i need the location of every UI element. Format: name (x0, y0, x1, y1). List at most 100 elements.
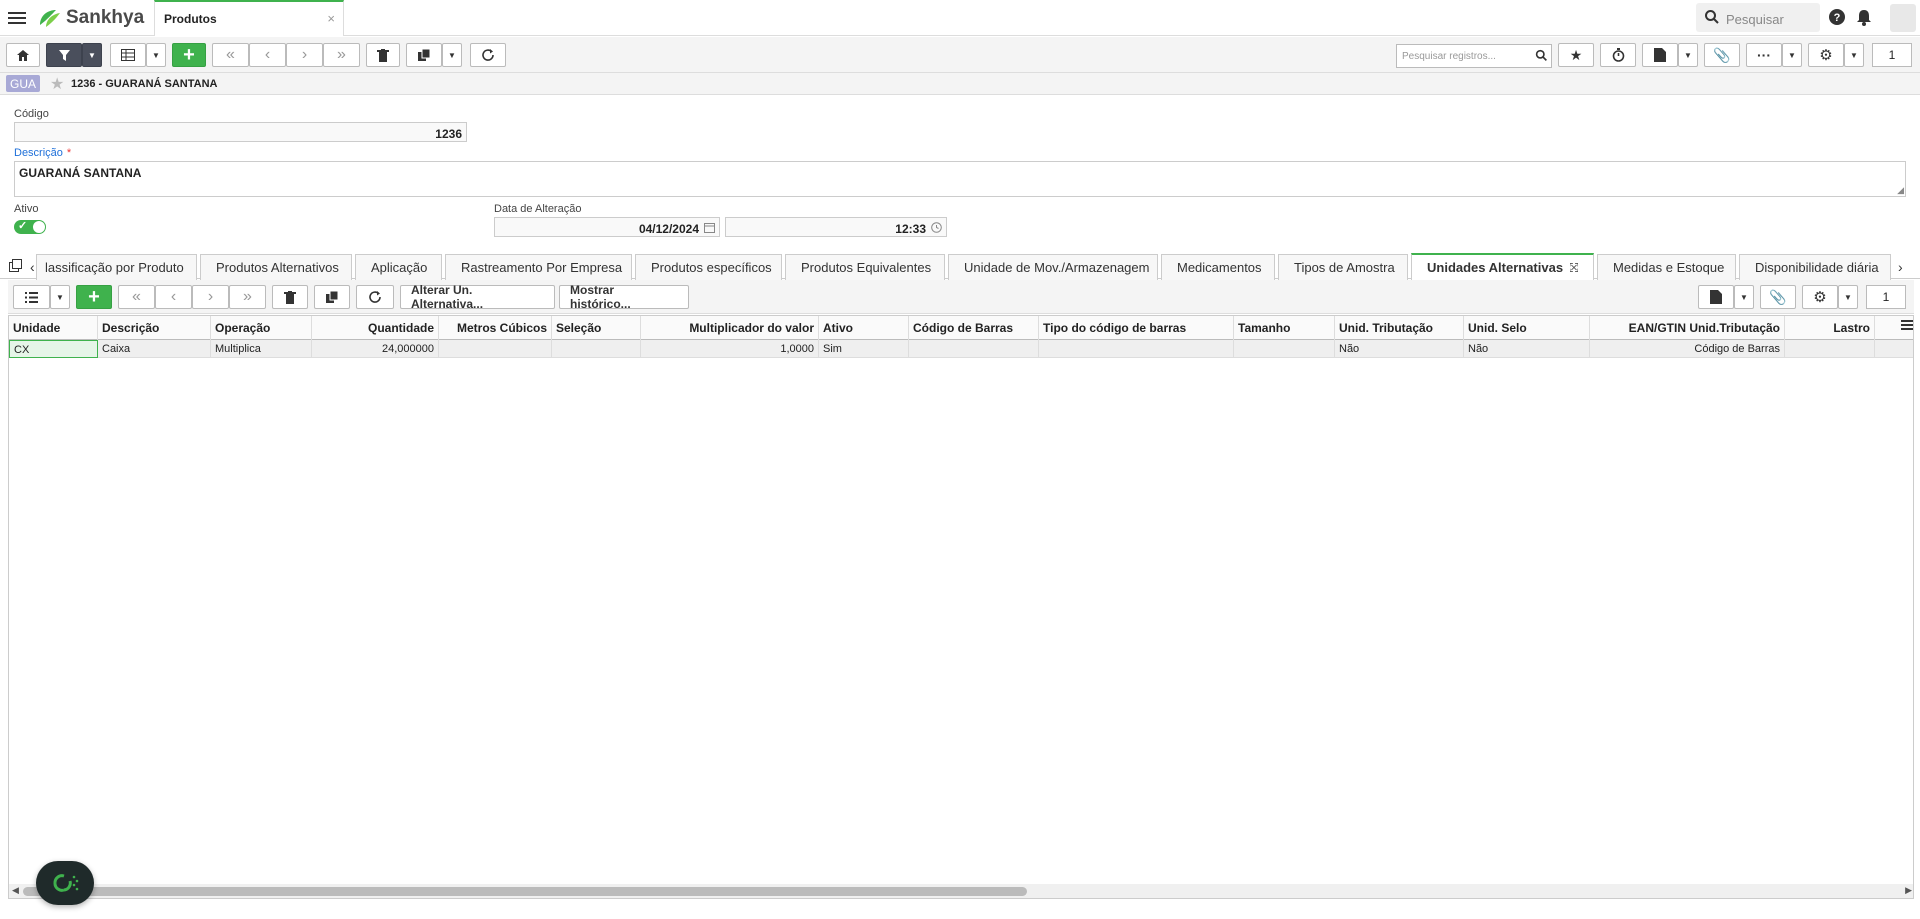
detail-attachment-button[interactable]: 📎 (1760, 285, 1796, 309)
detail-reports-button[interactable] (1698, 285, 1734, 309)
bell-icon[interactable] (1856, 8, 1872, 26)
grid-menu-icon[interactable] (1901, 320, 1913, 330)
column-header[interactable]: Descrição (98, 316, 211, 340)
column-header[interactable]: Multiplicador do valor (641, 316, 819, 340)
reports-button[interactable] (1642, 43, 1678, 67)
table-cell[interactable]: 1,0000 (641, 340, 819, 358)
table-cell[interactable] (1785, 340, 1875, 358)
table-cell[interactable] (552, 340, 641, 358)
tab-disponibilidade-diaria[interactable]: Disponibilidade diária (1739, 254, 1891, 280)
clock-icon[interactable] (931, 222, 942, 233)
detail-duplicate-button[interactable] (314, 285, 350, 309)
delete-button[interactable] (366, 43, 400, 67)
next-record-button[interactable]: › (286, 43, 323, 67)
tab-produtos-especificos[interactable]: Produtos específicos (635, 254, 782, 280)
ativo-toggle[interactable]: ✓ (14, 220, 46, 234)
table-cell[interactable]: Código de Barras (1590, 340, 1785, 358)
column-header[interactable]: Lastro (1785, 316, 1875, 340)
list-view-dropdown-button[interactable]: ▼ (50, 285, 70, 309)
duplicate-button[interactable] (406, 43, 442, 67)
column-header[interactable]: Tipo do código de barras (1039, 316, 1234, 340)
tab-rastreamento-empresa[interactable]: Rastreamento Por Empresa (445, 254, 632, 280)
detail-refresh-button[interactable] (356, 285, 394, 309)
column-header[interactable]: EAN/GTIN Unid.Tributação (1590, 316, 1785, 340)
detail-settings-dropdown-button[interactable]: ▼ (1838, 285, 1858, 309)
table-cell[interactable]: 24,000000 (312, 340, 439, 358)
column-header[interactable]: Operação (211, 316, 312, 340)
table-cell[interactable] (439, 340, 552, 358)
scroll-left-icon[interactable]: ◀ (12, 885, 19, 896)
view-dropdown-button[interactable]: ▼ (146, 43, 166, 67)
tab-aplicacao[interactable]: Aplicação (355, 254, 442, 280)
reports-dropdown-button[interactable]: ▼ (1678, 43, 1698, 67)
horizontal-scrollbar[interactable]: ◀ ▶ (9, 884, 1913, 898)
attachment-button[interactable]: 📎 (1704, 43, 1740, 67)
tab-tipos-amostra[interactable]: Tipos de Amostra (1278, 254, 1408, 280)
tab-medidas-estoque[interactable]: Medidas e Estoque (1597, 254, 1736, 280)
tab-unidades-alternativas[interactable]: Unidades Alternativas (1411, 253, 1594, 280)
tabs-scroll-right-icon[interactable]: › (1898, 259, 1903, 275)
detail-last-button[interactable]: » (229, 285, 266, 309)
filter-dropdown-button[interactable]: ▼ (82, 43, 102, 67)
previous-record-button[interactable]: ‹ (249, 43, 286, 67)
resize-handle-icon[interactable]: ◢ (1897, 185, 1904, 196)
avatar[interactable] (1890, 4, 1916, 32)
settings-button[interactable]: ⚙ (1808, 43, 1844, 67)
brand-logo[interactable]: Sankhya (36, 6, 144, 30)
column-header[interactable]: Unidade (9, 316, 98, 340)
table-cell[interactable]: Não (1335, 340, 1464, 358)
column-header[interactable]: Unid. Tributação (1335, 316, 1464, 340)
table-row[interactable]: CX Caixa Multiplica 24,000000 1,0000 Sim… (9, 340, 1913, 358)
codigo-field[interactable]: 1236 (14, 122, 467, 142)
home-button[interactable] (6, 43, 40, 67)
more-actions-button[interactable]: ··· (1746, 43, 1782, 67)
detail-reports-dropdown-button[interactable]: ▼ (1734, 285, 1754, 309)
detail-first-button[interactable]: « (118, 285, 155, 309)
scrollbar-thumb[interactable] (23, 887, 1027, 896)
tab-produtos-equivalentes[interactable]: Produtos Equivalentes (785, 254, 945, 280)
add-button[interactable]: + (172, 43, 206, 67)
more-actions-dropdown-button[interactable]: ▼ (1782, 43, 1802, 67)
table-cell[interactable] (1039, 340, 1234, 358)
tab-unidade-mov-armazenagem[interactable]: Unidade de Mov./Armazenagem (948, 254, 1158, 280)
table-cell[interactable]: Multiplica (211, 340, 312, 358)
column-header[interactable]: Seleção (552, 316, 641, 340)
filter-button[interactable] (46, 43, 82, 67)
data-alteracao-date-field[interactable]: 04/12/2024 (494, 217, 720, 237)
copy-tabs-icon[interactable] (9, 259, 23, 273)
scroll-right-icon[interactable]: ▶ (1905, 885, 1912, 896)
tab-classificacao-produto[interactable]: lassificação por Produto (36, 254, 197, 280)
detail-settings-button[interactable]: ⚙ (1802, 285, 1838, 309)
column-header[interactable]: Código de Barras (909, 316, 1039, 340)
column-header[interactable]: Quantidade (312, 316, 439, 340)
calendar-icon[interactable] (704, 222, 715, 233)
column-header[interactable]: Unid. Selo (1464, 316, 1590, 340)
table-cell[interactable]: CX (9, 340, 98, 358)
expand-icon[interactable] (1570, 262, 1578, 273)
sync-assistant-button[interactable] (36, 861, 94, 905)
data-alteracao-time-field[interactable]: 12:33 (725, 217, 947, 237)
detail-delete-button[interactable] (272, 285, 308, 309)
add-detail-button[interactable]: + (76, 285, 112, 309)
tabs-scroll-left-icon[interactable]: ‹ (30, 259, 35, 275)
list-view-button[interactable] (13, 285, 50, 309)
global-search[interactable]: Pesquisar (1696, 3, 1820, 32)
favorite-button[interactable]: ★ (1558, 43, 1594, 67)
mostrar-historico-button[interactable]: Mostrar histórico... (559, 283, 689, 311)
settings-dropdown-button[interactable]: ▼ (1844, 43, 1864, 67)
alterar-un-alternativa-button[interactable]: Alterar Un. Alternativa... (400, 283, 555, 311)
column-header[interactable]: Ativo (819, 316, 909, 340)
table-cell[interactable] (1234, 340, 1335, 358)
refresh-button[interactable] (470, 43, 506, 67)
star-icon[interactable]: ★ (50, 74, 64, 94)
table-cell[interactable]: Caixa (98, 340, 211, 358)
column-header[interactable]: Tamanho (1234, 316, 1335, 340)
detail-next-button[interactable]: › (192, 285, 229, 309)
close-icon[interactable]: × (327, 11, 335, 26)
grid-view-button[interactable] (110, 43, 146, 67)
duplicate-dropdown-button[interactable]: ▼ (442, 43, 462, 67)
menu-icon[interactable] (8, 9, 26, 27)
timer-button[interactable] (1600, 43, 1636, 67)
detail-previous-button[interactable]: ‹ (155, 285, 192, 309)
table-cell[interactable]: Sim (819, 340, 909, 358)
